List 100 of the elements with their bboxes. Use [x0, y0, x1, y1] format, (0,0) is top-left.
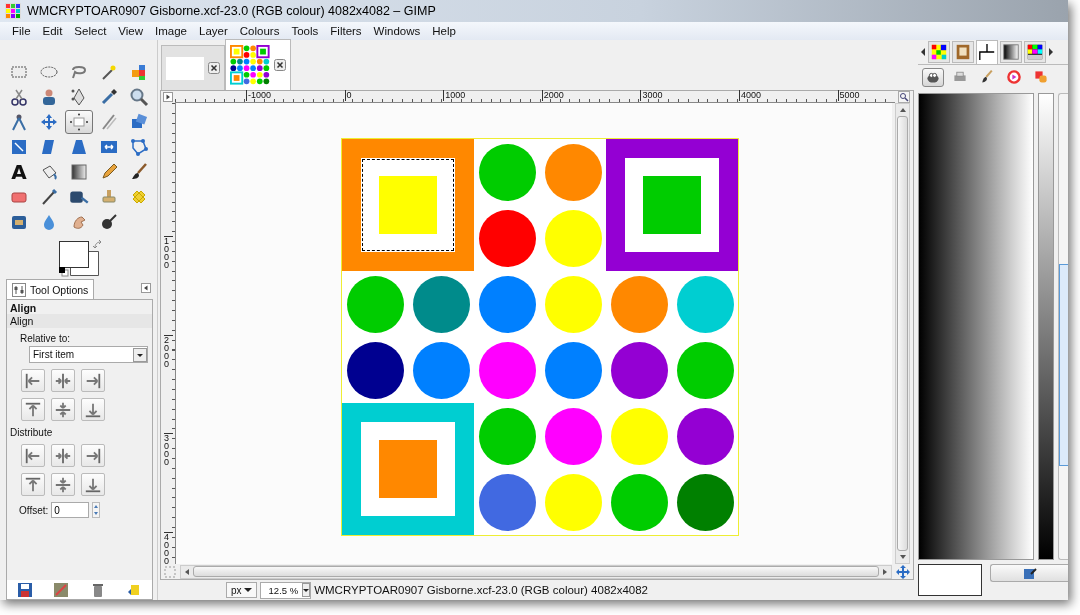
- distribute-button[interactable]: [51, 473, 75, 496]
- image-thumbnail: [230, 45, 270, 85]
- align-center-icon: [54, 446, 72, 465]
- airbrush-icon: [39, 187, 59, 207]
- paint-icon: [1033, 69, 1049, 85]
- swap-colors-icon[interactable]: [93, 240, 103, 250]
- ruler-label: 5000: [837, 90, 860, 101]
- menu-item[interactable]: Filters: [324, 25, 368, 37]
- ruler-label: -1000: [246, 90, 272, 101]
- foreground-color-swatch[interactable]: [918, 564, 982, 596]
- options-title: Align: [9, 301, 38, 314]
- tool-button[interactable]: A: [5, 160, 33, 184]
- align-button[interactable]: [21, 398, 45, 421]
- menu-item[interactable]: Tools: [285, 25, 325, 37]
- magnifier-icon: [129, 87, 149, 107]
- menu-item[interactable]: Windows: [367, 25, 427, 37]
- paintbrush-icon: [129, 162, 149, 182]
- menu-arrow-icon[interactable]: [163, 92, 173, 102]
- image-tab[interactable]: [225, 39, 291, 90]
- brush-icon: [979, 69, 995, 85]
- align-button[interactable]: [81, 398, 105, 421]
- cage-icon: [129, 137, 149, 157]
- menu-item[interactable]: Image: [149, 25, 193, 37]
- ruler-label: 2000: [164, 334, 173, 368]
- distribute-button[interactable]: [81, 473, 105, 496]
- align-button[interactable]: [51, 398, 75, 421]
- move-arrows-icon[interactable]: [896, 564, 910, 579]
- menu-item[interactable]: Edit: [36, 25, 69, 37]
- blank-thumbnail: [166, 56, 204, 80]
- distribute-button[interactable]: [81, 444, 105, 467]
- dock-button[interactable]: [922, 67, 944, 87]
- align-middle-icon: [54, 475, 72, 494]
- scale-icon: [9, 137, 29, 157]
- ruler-label: 4000: [164, 531, 173, 565]
- align-right-icon: [84, 446, 102, 465]
- ruler-label: 2000: [541, 90, 564, 101]
- ruler-label: 0: [344, 90, 352, 101]
- menu-item[interactable]: Layer: [193, 25, 234, 37]
- save-icon[interactable]: [18, 583, 33, 597]
- menu-item[interactable]: File: [6, 25, 37, 37]
- zoom-icon[interactable]: [898, 91, 910, 103]
- right-arrow-icon[interactable]: [1048, 47, 1054, 57]
- close-icon[interactable]: [274, 59, 286, 71]
- image-canvas[interactable]: [341, 138, 739, 536]
- spinner-icon[interactable]: [92, 502, 101, 518]
- ruler-label: 3000: [164, 433, 173, 467]
- tab-label: Tool Options: [30, 283, 89, 296]
- dock-tab[interactable]: [1024, 41, 1046, 63]
- field-label: Relative to:: [19, 332, 72, 344]
- foreground-color-swatch[interactable]: [59, 241, 89, 268]
- edit-button[interactable]: [990, 564, 1068, 582]
- edit-icon: [1022, 566, 1037, 580]
- tool-options-tab[interactable]: Tool Options: [6, 279, 95, 299]
- distribute-button[interactable]: [21, 444, 45, 467]
- trash-icon[interactable]: [90, 583, 105, 597]
- offset-field[interactable]: 0: [51, 502, 90, 518]
- relative-to-dropdown[interactable]: First item: [29, 346, 148, 363]
- align-button[interactable]: [21, 369, 45, 392]
- scissors-icon: [9, 87, 29, 107]
- dock-tab[interactable]: [928, 41, 950, 63]
- align-button[interactable]: [81, 369, 105, 392]
- corner-line-icon: [978, 43, 996, 61]
- eyedropper-icon: [99, 87, 119, 107]
- align-top-icon: [24, 475, 42, 494]
- align-left-icon: [24, 371, 42, 390]
- field-label: Offset:: [19, 504, 49, 516]
- close-icon[interactable]: [208, 62, 220, 74]
- scrollbar-thumb[interactable]: [897, 116, 908, 551]
- zoom-dropdown[interactable]: 12.5 %: [259, 581, 312, 599]
- app-icon: [5, 3, 21, 19]
- align-middle-icon: [54, 400, 72, 419]
- menu-icon[interactable]: [141, 283, 151, 293]
- unit-dropdown[interactable]: px: [226, 582, 257, 598]
- up-arrow-icon[interactable]: [897, 106, 908, 114]
- default-colors-icon[interactable]: [59, 267, 69, 277]
- left-arrow-icon[interactable]: [183, 566, 191, 577]
- align-left-icon: [24, 446, 42, 465]
- ruler-label: 3000: [640, 90, 663, 101]
- distribute-button[interactable]: [21, 473, 45, 496]
- compass-icon: [9, 112, 29, 132]
- color-grid-icon: [930, 43, 948, 61]
- horizontal-scrollbar[interactable]: [180, 564, 892, 579]
- down-arrow-icon[interactable]: [897, 553, 908, 561]
- scrollbar-thumb[interactable]: [193, 566, 879, 577]
- dock-tab[interactable]: [976, 39, 998, 65]
- menu-item[interactable]: View: [112, 25, 150, 37]
- distribute-button[interactable]: [51, 444, 75, 467]
- color-wheel-icon: [1006, 69, 1022, 85]
- align-button[interactable]: [51, 369, 75, 392]
- sliders-icon: [12, 282, 26, 297]
- menu-item[interactable]: Select: [68, 25, 113, 37]
- gradient-icon: [1002, 43, 1020, 61]
- vertical-scrollbar[interactable]: [895, 103, 910, 564]
- menu-item[interactable]: Colours: [233, 25, 286, 37]
- trapezoid-icon: [69, 137, 89, 157]
- dock-tab[interactable]: [1000, 41, 1022, 63]
- menu-item[interactable]: Help: [426, 25, 462, 37]
- align-top-icon: [24, 400, 42, 419]
- left-arrow-icon[interactable]: [920, 47, 926, 57]
- right-arrow-icon[interactable]: [881, 566, 889, 577]
